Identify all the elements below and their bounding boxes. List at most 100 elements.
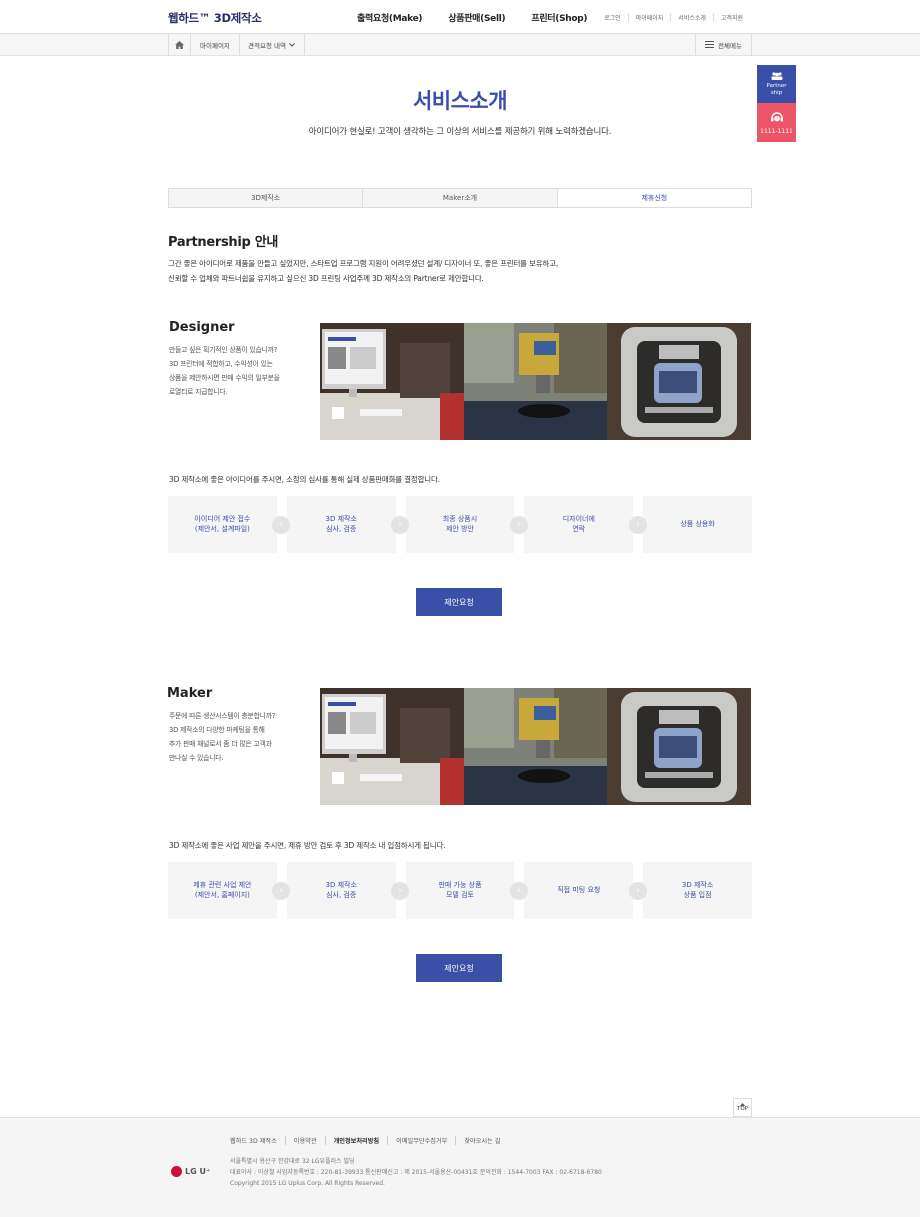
nav-sell[interactable]: 상품판매(Sell) [448,11,505,24]
home-icon [175,40,184,49]
designer-process: 아이디어 제안 접수 (제안서, 설계파일) 3D 제작소 심사, 검증 최종 상품… [168,496,752,553]
service-intro-link[interactable]: 서비스소개 [670,13,713,22]
photo-3d-printer-nozzle [463,688,608,805]
chevron-right-icon: › [510,515,528,534]
maker-request-button[interactable]: 제안요청 [416,954,502,982]
partnership-title: Partnership 안내 [168,235,279,250]
maker-photos [320,688,751,805]
chevron-down-icon [289,42,295,47]
tab-partnership-apply[interactable]: 제휴신청 [557,189,751,207]
hamburger-icon [705,41,715,48]
footer-link-terms[interactable]: 이용약관 [284,1136,325,1145]
login-link[interactable]: 로그인 [597,13,628,22]
step-line: 상품 상용화 [680,519,715,528]
util-nav: 로그인 마이페이지 서비스소개 고객지원 [597,13,750,22]
intro-line: 신뢰할 수 업체와 파트너쉽을 유지하고 싶으신 3D 프린팅 사업주께 3D … [168,274,484,283]
desc-line: 3D 제작소의 다양한 마케팅을 통해 [169,726,265,734]
step-line: (제안서, 홈페이지) [194,890,250,899]
footer-link-directions[interactable]: 찾아오시는 길 [455,1136,508,1145]
copyright: Copyright 2015 LG Uplus Corp. All Rights… [230,1180,385,1187]
step-line: 제휴 관련 사업 제안 [193,881,252,890]
site-logo[interactable]: 웹하드™ 3D제작소 [168,10,262,26]
nav-make[interactable]: 출력요청(Make) [357,11,423,24]
process-step: 최종 상품시 제안 방안 [405,496,515,553]
step-line: 심사, 검증 [326,890,357,899]
step-line: 직접 미팅 요청 [557,885,601,894]
step-line: 상품 입점 [683,890,712,899]
company-business-info: 대표이사 : 이상철 사업자등록번호 : 220-81-39933 통신판매신고… [230,1169,602,1176]
process-step: 제휴 관련 사업 제안 (제안서, 홈페이지) [168,862,277,919]
designer-photos [320,323,751,440]
chevron-right-icon: › [272,515,290,534]
chevron-right-icon: › [272,881,290,900]
breadcrumb-mypage[interactable]: 마이페이지 [191,34,240,55]
step-line: 최종 상품시 [442,515,478,524]
chevron-right-icon: › [391,881,409,900]
footer: 웹하드 3D 제작소 이용약관 개인정보처리방침 이메일무단수집거부 찾아오시는… [0,1117,920,1217]
mypage-link[interactable]: 마이페이지 [627,13,671,22]
tab-maker-intro[interactable]: Maker소개 [363,189,558,207]
desc-line: 만들고 싶은 획기적인 상품이 있습니까? [169,346,278,354]
designer-description: 만들고 싶은 획기적인 상품이 있습니까? 3D 프린터에 적합하고, 수익성이… [169,343,309,399]
main-nav: 출력요청(Make) 상품판매(Sell) 프린터(Shop) [357,11,588,24]
footer-link-email-refusal[interactable]: 이메일무단수집거부 [387,1136,455,1145]
nav-shop[interactable]: 프린터(Shop) [531,11,587,24]
chevron-right-icon: › [629,515,647,534]
maker-description: 주문에 따른 생산시스템이 충분합니까? 3D 제작소의 다양한 마케팅을 통해… [169,709,309,765]
photo-3d-printer-nozzle [463,323,608,440]
step-line: 3D 제작소 [325,515,357,524]
designer-request-button[interactable]: 제안요청 [416,588,502,616]
people-icon [771,72,782,80]
step-line: 연락 [572,524,586,533]
lg-logo-mark-icon [171,1166,182,1177]
support-link[interactable]: 고객지원 [712,13,750,22]
svg-text:?: ? [775,116,777,121]
process-step: 3D 제작소 심사, 검증 [286,862,396,919]
intro-line: 그간 좋은 아이디어로 제품을 만들고 싶었지만, 스타트업 프로그램 지원이 … [168,259,559,268]
photo-cube-printer [607,688,751,805]
tab-3d-factory[interactable]: 3D제작소 [169,189,364,207]
lg-uplus-logo: LG U⁺ [171,1166,210,1177]
company-address: 서울특별시 용산구 한강대로 32 LG유플러스 빌딩 [230,1158,355,1165]
desc-line: 상품을 제안하시면 판매 수익의 일부분을 [169,374,280,382]
step-line: 아이디어 제안 접수 [194,515,251,524]
lg-logo-text: LG U⁺ [185,1167,211,1176]
step-line: 디자이너에 [562,515,595,524]
step-line: 심사, 검증 [326,524,357,533]
photo-designer-desk [320,323,464,440]
home-button[interactable] [169,34,191,55]
process-step: 3D 제작소 상품 입점 [643,862,752,919]
process-step: 판매 가능 상품 모델 검토 [405,862,515,919]
location-bar: 마이페이지 견적요청 내역 전체메뉴 [0,34,920,56]
step-line: 제안 방안 [445,524,474,533]
designer-title: Designer [169,320,235,335]
all-menu-label: 전체메뉴 [718,41,742,50]
chevron-right-icon: › [629,881,647,900]
top-label: TOP [736,1106,748,1112]
desc-line: 3D 프린터에 적합하고, 수익성이 있는 [169,360,273,368]
step-line: (제안서, 설계파일) [194,524,250,533]
process-step: 아이디어 제안 접수 (제안서, 설계파일) [168,496,277,553]
all-menu-button[interactable]: 전체메뉴 [695,34,751,55]
breadcrumb-label: 견적요청 내역 [248,41,286,50]
maker-process: 제휴 관련 사업 제안 (제안서, 홈페이지) 3D 제작소 심사, 검증 판매 가… [168,862,752,919]
footer-link-home[interactable]: 웹하드 3D 제작소 [230,1136,285,1145]
process-step: 디자이너에 연락 [524,496,634,553]
process-step: 직접 미팅 요청 [524,862,634,919]
maker-title: Maker [167,686,213,701]
breadcrumb-quote-history[interactable]: 견적요청 내역 [239,34,305,55]
photo-designer-desk [320,688,464,805]
footer-link-privacy[interactable]: 개인정보처리방침 [324,1136,388,1145]
process-step: 상품 상용화 [643,496,752,553]
company-info: 서울특별시 용산구 한강대로 32 LG유플러스 빌딩 대표이사 : 이상철 사… [230,1156,602,1189]
designer-process-lead: 3D 제작소에 좋은 아이디어를 주시면, 소정의 심사를 통해 실제 상품판매… [169,475,440,484]
step-line: 모델 검토 [445,890,474,899]
maker-process-lead: 3D 제작소에 좋은 사업 제안을 주시면, 제휴 방안 검토 후 3D 제작소… [169,841,446,850]
service-tabs: 3D제작소 Maker소개 제휴신청 [168,188,752,208]
photo-cube-printer [607,323,751,440]
desc-line: 만나실 수 있습니다. [169,754,224,762]
scroll-top-button[interactable]: TOP [733,1098,752,1117]
page-title: 서비스소개 [412,89,508,113]
chevron-right-icon: › [510,881,528,900]
process-step: 3D 제작소 심사, 검증 [286,496,396,553]
